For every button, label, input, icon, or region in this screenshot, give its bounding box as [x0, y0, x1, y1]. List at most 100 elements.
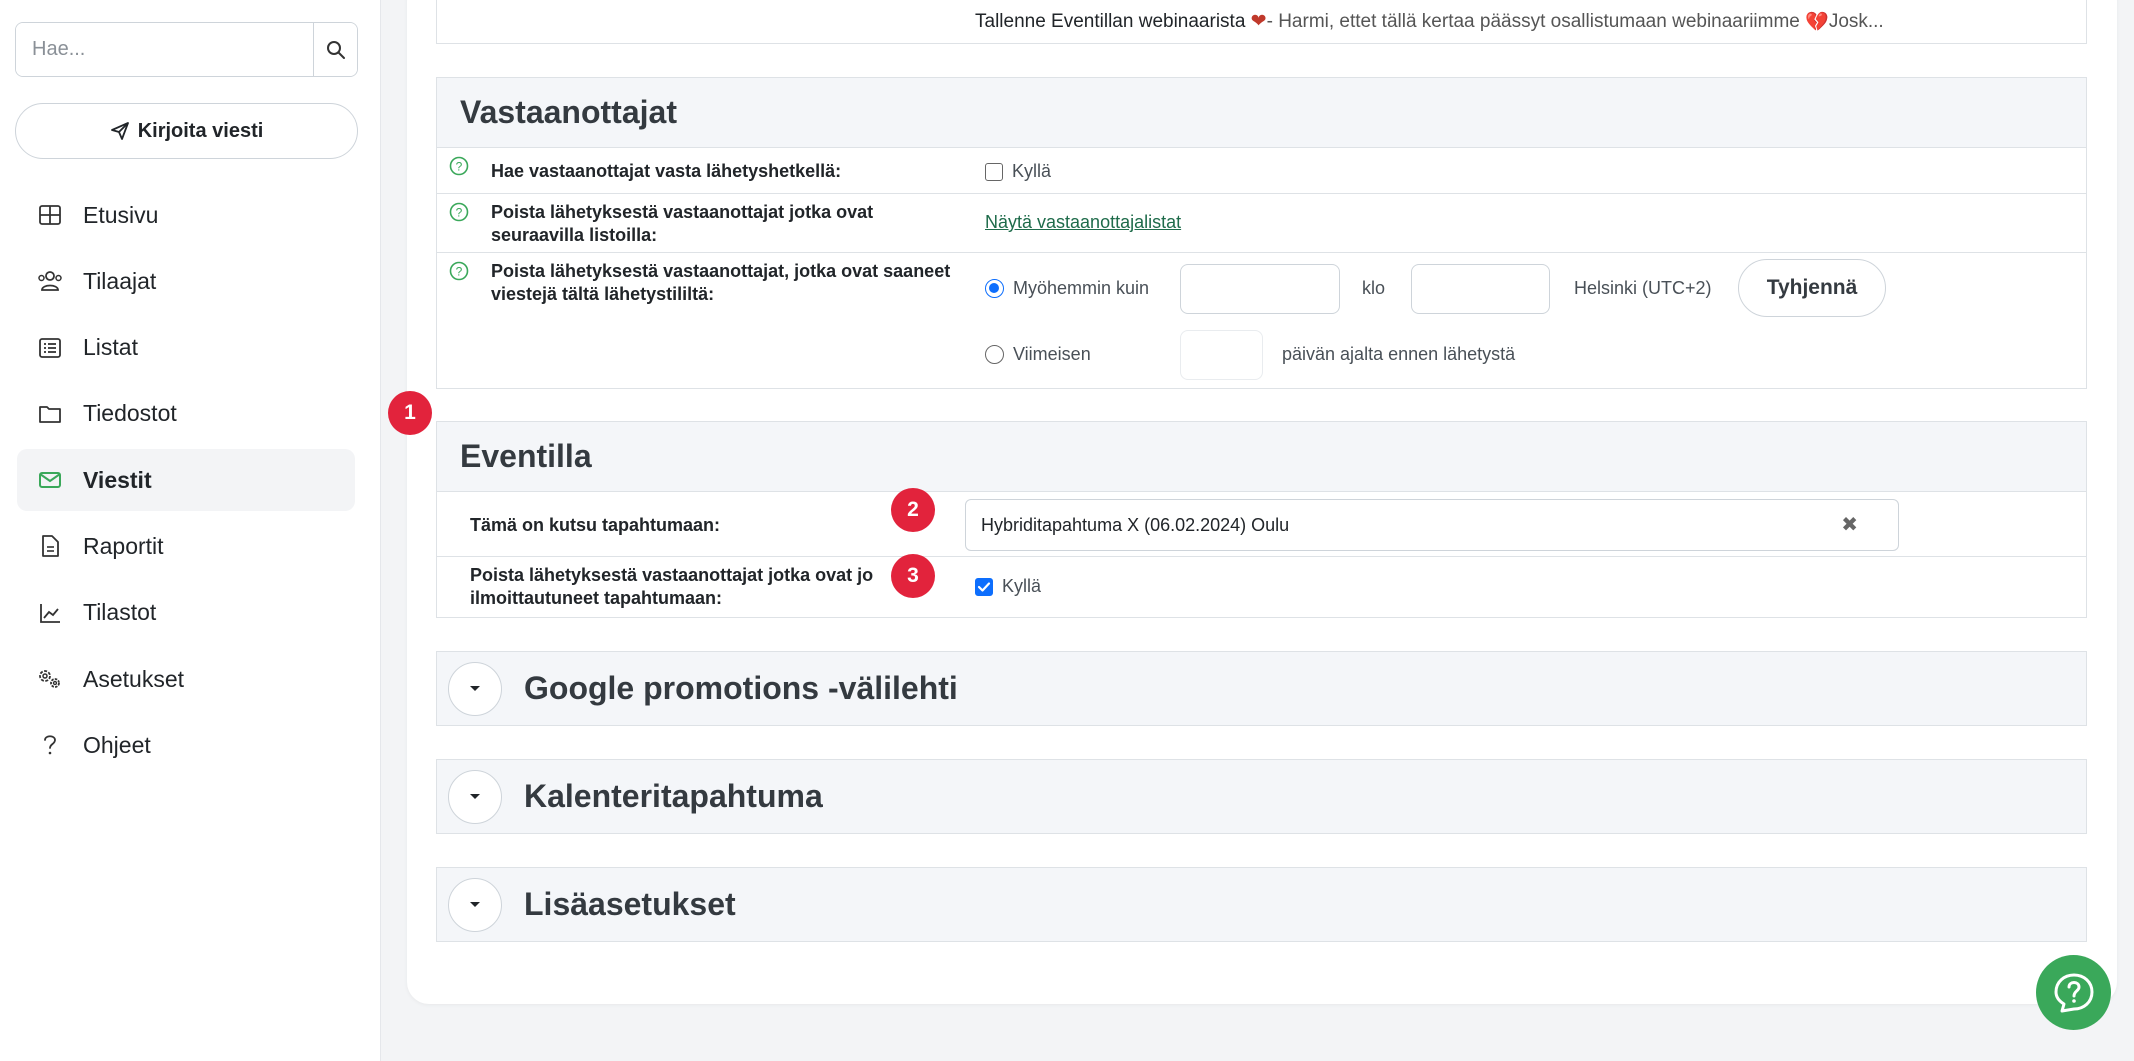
svg-text:?: ? [456, 206, 463, 220]
list-icon [37, 335, 63, 361]
clear-button[interactable]: Tyhjennä [1738, 259, 1886, 317]
sidebar-item-label: Tiedostot [83, 400, 177, 427]
sidebar-item-asetukset[interactable]: Asetukset [17, 648, 355, 710]
collapsible-title: Lisäasetukset [524, 886, 736, 922]
option-last-days[interactable]: Viimeisen [985, 344, 1091, 365]
fetch-recipients-row: ? Hae vastaanottajat vasta lähetyshetkel… [437, 148, 2086, 194]
sidebar-item-label: Listat [83, 334, 138, 361]
caret-down-icon [470, 901, 480, 907]
exclude-registered-label: Poista lähetyksestä vastaanottajat jotka… [470, 565, 874, 608]
sidebar-item-tilastot[interactable]: Tilastot [17, 582, 355, 644]
envelope-icon [37, 467, 63, 493]
folder-icon [37, 401, 63, 427]
caret-down-icon [470, 793, 480, 799]
exclude-registered-checkbox[interactable] [975, 577, 993, 596]
document-icon [37, 533, 63, 559]
sidebar-nav: Etusivu Tilaajat Listat Tiedostot Viesti… [17, 184, 355, 781]
collapsible-calendar-event[interactable]: Kalenteritapahtuma [436, 759, 2087, 834]
event-select-value: Hybriditapahtuma X (06.02.2024) Oulu [981, 514, 1290, 535]
sidebar-item-etusivu[interactable]: Etusivu [17, 184, 355, 246]
sidebar-item-tilaajat[interactable]: Tilaajat [17, 250, 355, 312]
expand-toggle[interactable] [448, 877, 502, 932]
recipients-title: Vastaanottajat [437, 78, 2086, 148]
compose-button-label: Kirjoita viesti [137, 119, 264, 142]
exclude-registered-control: Kyllä [975, 576, 1041, 597]
search-input[interactable] [16, 23, 313, 76]
checkmark-icon [977, 581, 991, 592]
later-than-label: Myöhemmin kuin [1013, 278, 1150, 298]
timezone-label: Helsinki (UTC+2) [1574, 278, 1712, 298]
exclude-lists-row: ? Poista lähetyksestä vastaanottajat jot… [437, 194, 2086, 253]
help-icon[interactable]: ? [449, 202, 469, 222]
sidebar-item-listat[interactable]: Listat [17, 317, 355, 379]
search-button[interactable] [313, 23, 357, 76]
sidebar: Kirjoita viesti Etusivu Tilaajat Listat … [0, 0, 381, 1061]
exclude-lists-label: Poista lähetyksestä vastaanottajat jotka… [491, 202, 874, 245]
svg-text:?: ? [456, 160, 463, 174]
collapsible-additional-settings[interactable]: Lisäasetukset [436, 867, 2087, 942]
heart-icon: ❤ [1245, 11, 1267, 32]
sidebar-item-label: Ohjeet [83, 731, 151, 758]
fetch-recipients-control: Kyllä [985, 161, 1051, 182]
send-icon [110, 122, 129, 140]
time-input[interactable] [1411, 264, 1550, 314]
expand-toggle[interactable] [448, 769, 502, 824]
show-recipient-lists-link[interactable]: Näytä vastaanottajalistat [985, 212, 1181, 233]
time-label: klo [1362, 278, 1386, 298]
recipients-section: Vastaanottajat ? Hae vastaanottajat vast… [436, 77, 2087, 389]
sidebar-item-label: Tilastot [83, 599, 157, 626]
help-icon[interactable]: ? [449, 156, 469, 176]
exclude-received-label: Poista lähetyksestä vastaanottajat, jotk… [491, 261, 951, 304]
fetch-recipients-label: Hae vastaanottajat vasta lähetyshetkellä… [491, 161, 842, 181]
chart-icon [37, 600, 63, 626]
sidebar-item-viestit[interactable]: Viestit [17, 449, 355, 512]
collapsible-google-promotions[interactable]: Google promotions -välilehti [436, 651, 2087, 726]
grid-icon [37, 202, 63, 228]
sidebar-item-raportit[interactable]: Raportit [17, 515, 355, 577]
fetch-recipients-checkbox-label: Kyllä [1012, 161, 1052, 181]
users-icon [37, 268, 63, 294]
later-than-radio[interactable] [985, 279, 1004, 298]
message-preheader: - Harmi, ettet tällä kertaa päässyt osal… [1266, 10, 1800, 32]
clear-selection-icon[interactable]: ✖ [1841, 512, 1858, 537]
exclude-registered-row: Poista lähetyksestä vastaanottajat jotka… [437, 557, 2086, 617]
event-select[interactable]: Hybriditapahtuma X (06.02.2024) Oulu ✖ [965, 499, 1899, 551]
sidebar-item-label: Etusivu [83, 201, 159, 228]
svg-text:?: ? [456, 265, 463, 279]
message-preview-row: Tallenne Eventillan webinaarista ❤ - Har… [436, 0, 2087, 44]
help-icon[interactable]: ? [449, 261, 469, 281]
search-icon [326, 40, 345, 59]
sidebar-item-tiedostot[interactable]: Tiedostot [17, 383, 355, 445]
sidebar-item-ohjeet[interactable]: Ohjeet [17, 714, 355, 776]
search-box [15, 22, 358, 77]
collapsible-title: Google promotions -välilehti [524, 670, 958, 706]
message-subject: Tallenne Eventillan webinaarista [975, 10, 1246, 32]
exclude-received-row: ? Poista lähetyksestä vastaanottajat, jo… [437, 253, 2086, 387]
question-icon [37, 732, 63, 758]
date-input[interactable] [1180, 264, 1340, 314]
compose-button[interactable]: Kirjoita viesti [15, 103, 358, 159]
message-preheader-tail: Josk... [1828, 10, 1884, 32]
last-days-radio[interactable] [985, 345, 1004, 364]
sidebar-item-label: Tilaajat [83, 267, 157, 294]
gears-icon [37, 666, 63, 692]
eventilla-title: Eventilla [437, 422, 2086, 492]
sidebar-item-label: Asetukset [83, 665, 184, 692]
step-badge-3: 3 [891, 554, 935, 598]
days-input[interactable] [1180, 330, 1263, 380]
last-days-label: Viimeisen [1013, 344, 1091, 364]
expand-toggle[interactable] [448, 661, 502, 716]
step-badge-1: 1 [388, 391, 432, 435]
event-invite-label: Tämä on kutsu tapahtumaan: [470, 515, 721, 535]
sidebar-item-label: Raportit [83, 532, 164, 559]
collapsible-title: Kalenteritapahtuma [524, 778, 823, 814]
option-later-than[interactable]: Myöhemmin kuin [985, 278, 1149, 299]
help-chat-button[interactable] [2036, 955, 2111, 1030]
days-suffix-label: päivän ajalta ennen lähetystä [1282, 344, 1516, 364]
fetch-recipients-checkbox[interactable] [985, 162, 1003, 181]
sidebar-item-label: Viestit [83, 466, 152, 493]
step-badge-2: 2 [891, 488, 935, 532]
exclude-registered-checkbox-label: Kyllä [1002, 576, 1042, 596]
caret-down-icon [470, 685, 480, 691]
question-bubble-icon [2054, 973, 2093, 1012]
